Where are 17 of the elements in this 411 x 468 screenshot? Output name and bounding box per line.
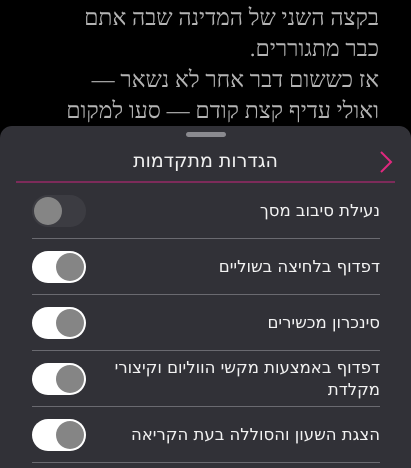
- text-line: אז כששום דבר אחר לא נשאר —: [90, 66, 379, 94]
- toggle-switch[interactable]: [32, 418, 86, 450]
- setting-label: הצגת השעון והסוללה בעת הקריאה: [130, 424, 380, 446]
- setting-label: דפדוף באמצעות מקשי הווליום וקיצורי מקלדת: [114, 356, 380, 400]
- toggle-switch[interactable]: [32, 306, 86, 338]
- toggle-switch[interactable]: [32, 250, 86, 282]
- drag-handle[interactable]: [186, 132, 226, 137]
- sheet-title: הגדרות מתקדמות: [133, 150, 278, 172]
- toggle-switch[interactable]: [32, 194, 86, 226]
- text-line: ואולי עדיף קצת קודם — סעו למקום: [65, 97, 379, 125]
- chevron-icon[interactable]: [379, 151, 393, 173]
- toggle-switch[interactable]: [32, 362, 86, 394]
- setting-label: נעילת סיבוב מסך: [260, 200, 380, 222]
- setting-label: סינכרון מכשירים: [267, 312, 380, 334]
- text-line: כבר מתגוררים.: [248, 35, 379, 63]
- text-line: בקצה השני של המדינה שבה אתם: [83, 4, 379, 32]
- setting-label: דפדוף בלחיצה בשוליים: [218, 256, 380, 278]
